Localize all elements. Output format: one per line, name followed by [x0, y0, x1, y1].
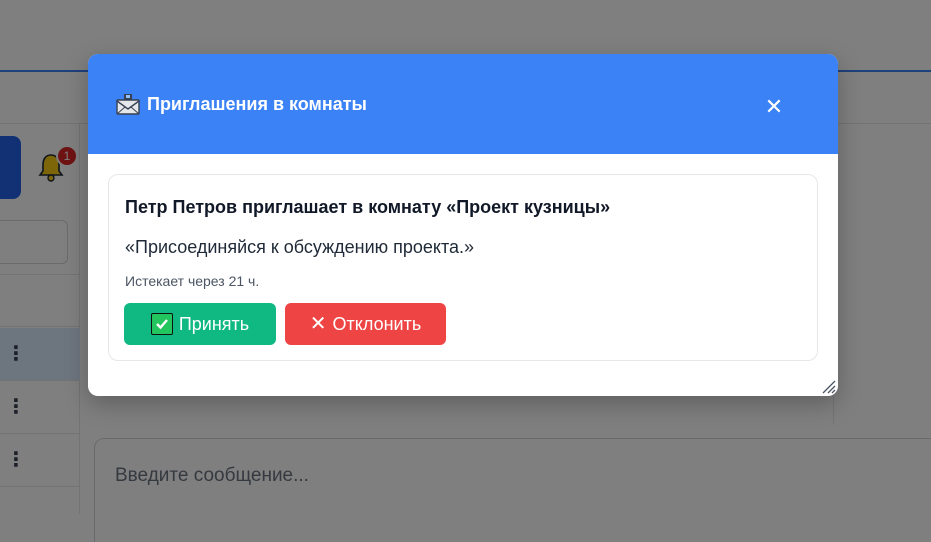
invitation-message: «Присоединяйся к обсуждению проекта.» [125, 237, 475, 257]
decline-button[interactable]: ✕ Отклонить [285, 303, 446, 345]
cross-icon: ✕ [309, 313, 327, 335]
modal-title: Приглашения в комнаты [147, 93, 367, 114]
accept-label: Принять [178, 313, 250, 334]
check-icon [150, 313, 173, 335]
envelope-icon [116, 94, 140, 115]
invitations-modal: Приглашения в комнаты ✕ Петр Петров приг… [88, 54, 838, 396]
modal-title-row: Приглашения в комнаты [115, 92, 367, 116]
invitation-card: Петр Петров приглашает в комнату «Проект… [108, 174, 818, 361]
decline-label: Отклонить [332, 313, 422, 334]
accept-button[interactable]: Принять [124, 303, 276, 345]
resize-handle-icon[interactable] [820, 378, 836, 394]
invitation-title: Петр Петров приглашает в комнату «Проект… [125, 197, 611, 217]
invitation-expiry: Истекает через 21 ч. [125, 273, 260, 289]
close-button[interactable]: ✕ [761, 94, 787, 120]
modal-header: Приглашения в комнаты ✕ [88, 54, 838, 154]
